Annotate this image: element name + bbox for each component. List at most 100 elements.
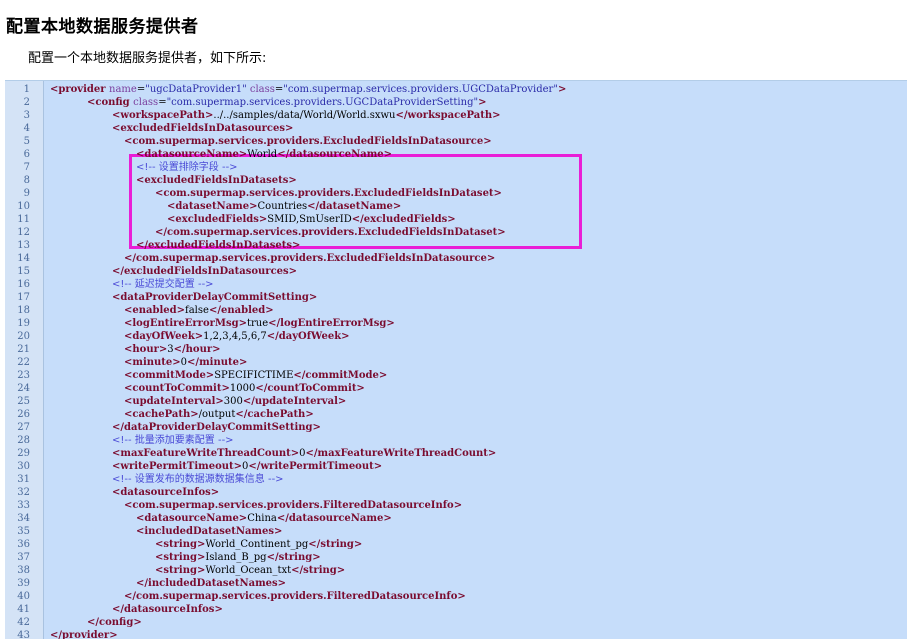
line-number: 17 (17, 292, 30, 303)
code-token: <maxFeatureWriteThreadCount> (112, 448, 300, 459)
code-token: true (246, 318, 269, 329)
code-token: Countries (257, 201, 308, 212)
code-line: 40 </com.supermap.services.providers.Filt… (5, 590, 907, 603)
line-number: 35 (17, 526, 30, 537)
code-token: </excludedFieldsInDatasources> (112, 266, 298, 277)
code-token: </string> (308, 539, 363, 550)
code-token: World (247, 149, 278, 160)
code-token: </commitMode> (293, 370, 388, 381)
line-number: 20 (17, 331, 30, 342)
line-number: 9 (23, 188, 30, 199)
code-line: 29 <maxFeatureWriteThreadCount>0</maxFeat… (5, 447, 907, 460)
code-token: </com.supermap.services.providers.Filter… (124, 591, 466, 602)
code-token: </string> (291, 565, 346, 576)
line-number: 5 (23, 136, 30, 147)
code-line: 12 </com.supermap.services.providers.Excl… (5, 226, 907, 239)
code-token: <datasourceName> (136, 149, 248, 160)
code-line: 37 <string>Island_B_pg</string> (5, 551, 907, 564)
code-token: <logEntireErrorMsg> (124, 318, 247, 329)
page-title: 配置本地数据服务提供者 (6, 17, 199, 37)
code-text: <dayOfWeek>1,2,3,4,5,6,7</dayOfWeek> (124, 330, 350, 343)
code-token: <!-- 设置发布的数据源数据集信息 --> (112, 474, 284, 485)
code-token: <dataProviderDelayCommitSetting> (112, 292, 318, 303)
code-line: 42 </config> (5, 616, 907, 629)
code-token: <datasetName> (167, 201, 258, 212)
code-token: </updateInterval> (242, 396, 347, 407)
code-token: World_Continent_pg (205, 539, 309, 550)
code-text: <maxFeatureWriteThreadCount>0</maxFeatur… (112, 447, 496, 460)
code-token: "com.supermap.services.providers.UGCData… (283, 84, 558, 95)
line-number: 10 (17, 201, 30, 212)
line-number: 28 (17, 435, 30, 446)
line-number: 37 (17, 552, 30, 563)
code-text: <datasourceInfos> (112, 486, 219, 499)
code-token: <com.supermap.services.providers.Filtere… (124, 500, 463, 511)
code-text: </com.supermap.services.providers.Exclud… (124, 252, 495, 265)
code-token: <includedDatasetNames> (136, 526, 283, 537)
code-text: <excludedFieldsInDatasets> (136, 174, 297, 187)
code-token: 1,2,3,4,5,6,7 (203, 331, 267, 342)
code-text: <updateInterval>300</updateInterval> (124, 395, 346, 408)
code-token: </maxFeatureWriteThreadCount> (305, 448, 497, 459)
line-number: 7 (23, 162, 30, 173)
code-line: 34 <datasourceName>China</datasourceName> (5, 512, 907, 525)
code-token: </dayOfWeek> (266, 331, 350, 342)
code-token: </datasourceName> (277, 149, 393, 160)
line-number: 42 (17, 617, 30, 628)
line-number: 40 (17, 591, 30, 602)
line-number: 1 (23, 84, 30, 95)
code-text: <!-- 设置发布的数据源数据集信息 --> (112, 473, 284, 486)
line-number: 23 (17, 370, 30, 381)
code-line: 33 <com.supermap.services.providers.Filte… (5, 499, 907, 512)
code-line: 27 </dataProviderDelayCommitSetting> (5, 421, 907, 434)
code-token: <datasourceName> (136, 513, 248, 524)
line-number: 12 (17, 227, 30, 238)
line-number: 33 (17, 500, 30, 511)
code-token: ../../samples/data/World/World.sxwu (213, 110, 396, 121)
code-line: 13 </excludedFieldsInDatasets> (5, 239, 907, 252)
code-line: 21 <hour>3</hour> (5, 343, 907, 356)
code-token: <!-- 延迟提交配置 --> (112, 279, 214, 290)
code-token: </cachePath> (235, 409, 314, 420)
code-text: <excludedFieldsInDatasources> (112, 122, 293, 135)
code-token: <com.supermap.services.providers.Exclude… (155, 188, 502, 199)
code-text: <datasourceName>World</datasourceName> (136, 148, 392, 161)
code-line: 25 <updateInterval>300</updateInterval> (5, 395, 907, 408)
code-line: 22 <minute>0</minute> (5, 356, 907, 369)
code-text: <provider name="ugcDataProvider1" class=… (50, 83, 566, 96)
line-number: 25 (17, 396, 30, 407)
code-text: <countToCommit>1000</countToCommit> (124, 382, 365, 395)
code-token: 1000 (229, 383, 256, 394)
code-text: </com.supermap.services.providers.Filter… (124, 590, 466, 603)
code-line: 10 <datasetName>Countries</datasetName> (5, 200, 907, 213)
code-token: </enabled> (208, 305, 274, 316)
code-token: <!-- 设置排除字段 --> (136, 162, 238, 173)
code-text: <writePermitTimeout>0</writePermitTimeou… (112, 460, 382, 473)
line-number: 22 (17, 357, 30, 368)
code-text: <string>Island_B_pg</string> (155, 551, 321, 564)
line-number: 31 (17, 474, 30, 485)
code-line: 38 <string>World_Ocean_txt</string> (5, 564, 907, 577)
code-line: 3 <workspacePath>../../samples/data/World… (5, 109, 907, 122)
line-number: 21 (17, 344, 30, 355)
code-line: 26 <cachePath>/output</cachePath> (5, 408, 907, 421)
code-text: <logEntireErrorMsg>true</logEntireErrorM… (124, 317, 395, 330)
code-text: </excludedFieldsInDatasets> (136, 239, 300, 252)
code-text: <string>World_Ocean_txt</string> (155, 564, 345, 577)
line-number: 29 (17, 448, 30, 459)
code-token: = (136, 84, 146, 95)
code-text: <datasetName>Countries</datasetName> (167, 200, 401, 213)
code-token: </logEntireErrorMsg> (268, 318, 395, 329)
code-text: <cachePath>/output</cachePath> (124, 408, 314, 421)
code-token: > (557, 84, 567, 95)
code-text: <!-- 延迟提交配置 --> (112, 278, 214, 291)
code-token: </countToCommit> (255, 383, 365, 394)
code-token: false (185, 305, 209, 316)
code-text: <config class="com.supermap.services.pro… (87, 96, 486, 109)
code-token: "ugcDataProvider1" (145, 84, 250, 95)
code-token: <datasourceInfos> (112, 487, 220, 498)
code-token: <cachePath> (124, 409, 199, 420)
line-number: 41 (17, 604, 30, 615)
code-text: </includedDatasetNames> (136, 577, 286, 590)
code-text: <minute>0</minute> (124, 356, 247, 369)
